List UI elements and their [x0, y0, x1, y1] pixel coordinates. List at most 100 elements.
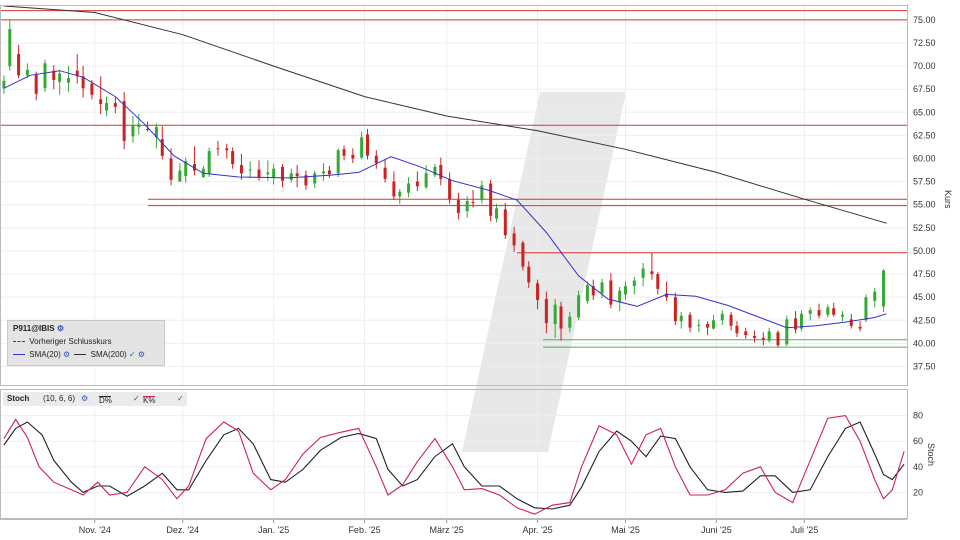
candle-body — [480, 185, 484, 201]
candle-body — [641, 268, 645, 278]
candle-body — [383, 167, 387, 179]
price-tick-label: 60.00 — [913, 154, 936, 164]
sma200-swatch-icon — [74, 354, 87, 356]
legend-sma20: SMA(20) — [29, 350, 61, 359]
candle-body — [456, 200, 460, 214]
x-tick-label: Apr. '25 — [522, 525, 552, 535]
chart-canvas: 37.50 40.00 42.50 45.00 47.50 50.00 52.50 55.00… — [0, 0, 960, 540]
candle-body — [272, 168, 276, 178]
x-tick-label: Nov. '24 — [79, 525, 111, 535]
candle-body — [257, 169, 261, 178]
candle-body — [248, 169, 252, 171]
candle-body — [706, 323, 710, 328]
price-tick-label: 52.50 — [913, 223, 936, 233]
candle-body — [392, 181, 396, 197]
candle-body — [568, 316, 572, 328]
candle-body — [536, 283, 540, 300]
stoch-tick-label: 80 — [913, 411, 923, 421]
price-legend: P911@IBIS ⚙ Vorheriger Schlusskurs SMA(2… — [7, 320, 165, 366]
x-tick-label: Mai '25 — [611, 525, 640, 535]
candle-body — [521, 242, 525, 267]
candle-body — [415, 181, 419, 187]
candle-body — [761, 337, 765, 340]
stoch-tick-label: 40 — [913, 462, 923, 472]
price-tick-label: 62.50 — [913, 130, 936, 140]
candle-body — [216, 148, 220, 150]
stoch-axis-title: Stoch — [926, 443, 936, 466]
candle-body — [808, 310, 812, 314]
candle-body — [34, 74, 38, 94]
candle-body — [113, 103, 117, 107]
candle-body — [231, 151, 235, 165]
candle-body — [826, 307, 830, 315]
candle-body — [239, 164, 243, 174]
candle-body — [679, 315, 683, 322]
candle-body — [794, 318, 798, 330]
candle-body — [817, 310, 821, 316]
sma20-settings-icon[interactable]: ⚙ — [63, 350, 70, 359]
k-check-icon[interactable]: ✓ — [177, 394, 184, 403]
candle-body — [744, 331, 748, 336]
candle-body — [366, 134, 370, 156]
candle-body — [351, 154, 355, 159]
candle-body — [398, 191, 402, 197]
candle-body — [169, 158, 173, 180]
d-check-icon[interactable]: ✓ — [133, 394, 140, 403]
x-tick-label: Jan. '25 — [258, 525, 289, 535]
candle-body — [688, 314, 692, 328]
legend-symbol-row: P911@IBIS ⚙ — [13, 324, 64, 333]
candle-body — [632, 280, 636, 287]
candle-body — [66, 78, 70, 83]
candle-body — [553, 304, 557, 324]
stoch-tick-label: 60 — [913, 436, 923, 446]
candle-body — [849, 319, 853, 326]
x-tick-label: Juni '25 — [701, 525, 732, 535]
candle-body — [624, 286, 628, 295]
prev-close-swatch-icon — [13, 341, 25, 343]
candle-body — [17, 54, 21, 76]
candle-body — [882, 270, 886, 307]
candle-body — [729, 314, 733, 326]
x-tick-label: Juli '25 — [791, 525, 819, 535]
stoch-legend-title: Stoch — [7, 394, 30, 403]
sma20-swatch-icon — [13, 354, 25, 356]
candle-body — [90, 83, 94, 95]
candle-body — [785, 319, 789, 345]
price-tick-label: 45.00 — [913, 292, 936, 302]
candle-body — [527, 266, 531, 283]
candle-body — [767, 331, 771, 341]
stoch-settings-icon[interactable]: ⚙ — [81, 394, 88, 403]
candle-body — [280, 166, 284, 181]
x-tick-label: Feb. '25 — [348, 525, 380, 535]
candle-body — [720, 313, 724, 321]
stoch-tick-label: 20 — [913, 487, 923, 497]
candle-body — [489, 183, 493, 216]
candle-body — [609, 280, 613, 305]
candle-body — [448, 178, 452, 200]
sma200-check-icon[interactable]: ✓ — [129, 350, 136, 359]
symbol-settings-icon[interactable]: ⚙ — [57, 324, 64, 333]
candle-body — [577, 295, 581, 318]
legend-sma200: SMA(200) — [90, 350, 127, 359]
candle-body — [697, 324, 701, 326]
candle-body — [266, 172, 270, 175]
sma200-settings-icon[interactable]: ⚙ — [138, 350, 145, 359]
price-tick-label: 55.00 — [913, 200, 936, 210]
candle-body — [618, 290, 622, 302]
price-axis-title: Kurs — [943, 190, 953, 209]
candle-body — [43, 63, 47, 89]
stoch-legend-params: (10, 6, 6) — [43, 394, 76, 403]
candle-body — [753, 336, 757, 338]
candle-body — [512, 233, 516, 246]
candle-body — [424, 173, 428, 188]
candle-body — [207, 151, 211, 175]
price-tick-label: 70.00 — [913, 61, 936, 71]
candle-body — [585, 285, 589, 301]
candle-body — [840, 314, 844, 317]
candle-body — [495, 208, 499, 219]
candle-body — [99, 99, 103, 104]
price-tick-label: 75.00 — [913, 15, 936, 25]
legend-sma-row: SMA(20) ⚙ SMA(200) ✓ ⚙ — [13, 350, 145, 359]
candle-body — [122, 101, 126, 141]
d-legend-label: D% — [99, 396, 112, 405]
